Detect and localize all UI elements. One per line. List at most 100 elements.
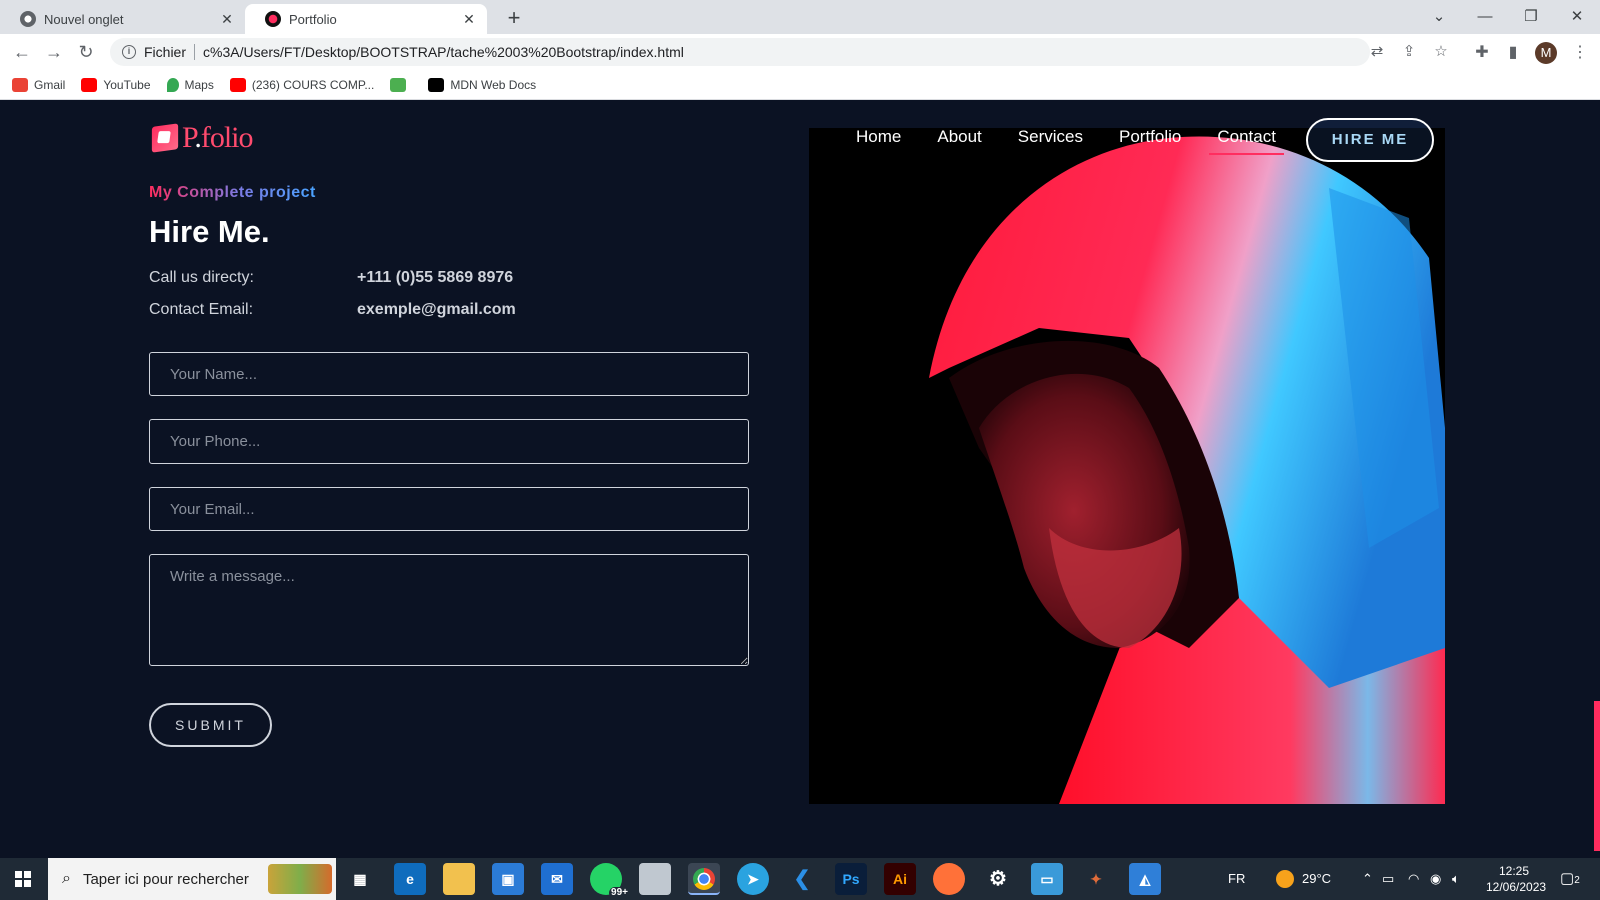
weather-icon[interactable] xyxy=(1276,858,1294,900)
name-input[interactable] xyxy=(149,352,749,396)
logo-icon xyxy=(151,123,179,153)
restore-button[interactable]: ❐ xyxy=(1516,4,1546,30)
forward-icon[interactable]: → xyxy=(42,40,66,64)
info-icon[interactable]: i xyxy=(122,45,136,59)
bookmark-gmail[interactable]: Gmail xyxy=(12,77,66,92)
submit-button[interactable]: SUBMIT xyxy=(149,703,272,747)
logo-text: P.folio xyxy=(182,121,254,154)
file-explorer-icon[interactable] xyxy=(443,863,475,895)
network-icon[interactable]: ◉ xyxy=(1430,858,1441,900)
tab-search-icon[interactable]: ⌄ xyxy=(1424,4,1454,30)
notifications-icon[interactable]: ▢2 xyxy=(1560,858,1580,900)
bookmark-star-icon[interactable]: ☆ xyxy=(1432,43,1450,61)
language-indicator[interactable]: FR xyxy=(1228,858,1245,900)
tab-close-icon[interactable]: ✕ xyxy=(461,11,477,28)
call-label: Call us directy: xyxy=(149,269,254,286)
clock[interactable]: 12:25 12/06/2023 xyxy=(1486,858,1547,900)
temperature[interactable]: 29°C xyxy=(1302,858,1331,900)
tab-new-tab[interactable]: Nouvel onglet ✕ xyxy=(0,4,245,34)
portfolio-page: P.folio Home About Services Portfolio Co… xyxy=(0,101,1600,858)
email-label: Contact Email: xyxy=(149,301,254,318)
section-heading: Hire Me. xyxy=(149,214,270,249)
app-icon xyxy=(390,77,407,92)
hero-photo xyxy=(809,128,1445,804)
menu-icon[interactable]: ⋮ xyxy=(1570,43,1590,63)
telegram-icon[interactable]: ➤ xyxy=(737,863,769,895)
whatsapp-icon[interactable]: 99+ xyxy=(590,863,630,899)
nav-home[interactable]: Home xyxy=(856,127,901,155)
tab-title: Portfolio xyxy=(289,11,337,27)
wifi-icon[interactable]: ◠ xyxy=(1408,858,1419,900)
tab-title: Nouvel onglet xyxy=(44,11,124,27)
nav-services[interactable]: Services xyxy=(1018,127,1083,155)
close-window-button[interactable]: ✕ xyxy=(1562,4,1592,30)
bookmark-label: MDN Web Docs xyxy=(450,77,537,92)
phone-input[interactable] xyxy=(149,419,749,464)
bookmarks-bar: Gmail YouTube Maps (236) COURS COMP... M… xyxy=(0,70,1600,100)
youtube-icon xyxy=(229,77,246,92)
bookmark-maps[interactable]: Maps xyxy=(166,77,214,92)
paint-icon[interactable] xyxy=(639,863,671,895)
contact-email[interactable]: exemple@gmail.com xyxy=(357,301,516,319)
bookmark-app[interactable] xyxy=(390,77,412,92)
chevron-up-icon[interactable]: ⌃ xyxy=(1362,858,1373,900)
search-icon: ⌕ xyxy=(62,870,71,887)
email-input[interactable] xyxy=(149,487,749,531)
side-panel-icon[interactable]: ▮ xyxy=(1503,43,1523,63)
bookmark-cours[interactable]: (236) COURS COMP... xyxy=(229,77,374,92)
start-button[interactable] xyxy=(0,858,46,900)
main-nav: Home About Services Portfolio Contact xyxy=(856,127,1312,155)
illustrator-icon[interactable]: Ai xyxy=(884,863,916,895)
notification-count: 2 xyxy=(1574,875,1580,886)
page-scrollbar[interactable] xyxy=(1594,701,1600,851)
nav-portfolio[interactable]: Portfolio xyxy=(1119,127,1181,155)
whatsapp-badge: 99+ xyxy=(609,887,630,899)
share-icon[interactable]: ⇪ xyxy=(1400,43,1418,61)
browser-toolbar: ← → ↻ i Fichier c%3A/Users/FT/Desktop/BO… xyxy=(0,34,1600,70)
edge-icon[interactable]: e xyxy=(394,863,426,895)
task-view-icon[interactable]: ▦ xyxy=(344,863,376,895)
message-textarea[interactable] xyxy=(149,554,749,666)
mdn-icon xyxy=(428,77,445,92)
search-highlight-image xyxy=(268,864,332,894)
chrome-icon xyxy=(20,11,36,27)
bookmark-label: Gmail xyxy=(34,77,66,92)
photoshop-icon[interactable]: Ps xyxy=(835,863,867,895)
battery-icon[interactable]: ▭ xyxy=(1382,858,1394,900)
vscode-icon[interactable]: ❮ xyxy=(786,863,818,895)
site-logo[interactable]: P.folio xyxy=(151,121,254,155)
extensions-icon[interactable]: ✚ xyxy=(1472,43,1492,63)
bookmark-label: YouTube xyxy=(103,77,151,92)
gmail-icon xyxy=(12,77,28,92)
taskbar-search[interactable]: ⌕ Taper ici pour rechercher xyxy=(48,858,336,900)
minimize-button[interactable]: — xyxy=(1470,4,1500,30)
firefox-icon[interactable] xyxy=(933,863,965,895)
mail-icon[interactable]: ✉ xyxy=(541,863,573,895)
bookmark-mdn[interactable]: MDN Web Docs xyxy=(428,77,537,92)
display-icon[interactable]: ▭ xyxy=(1031,863,1063,895)
hire-me-button[interactable]: HIRE ME xyxy=(1306,118,1434,162)
settings-gear-icon[interactable]: ⚙ xyxy=(982,863,1014,895)
bookmark-youtube[interactable]: YouTube xyxy=(81,77,151,92)
profile-avatar[interactable]: M xyxy=(1535,42,1557,64)
maps-icon xyxy=(166,77,179,92)
time: 12:25 xyxy=(1498,864,1530,878)
reload-icon[interactable]: ↻ xyxy=(74,40,98,64)
nav-contact[interactable]: Contact xyxy=(1209,127,1284,155)
tab-portfolio[interactable]: Portfolio ✕ xyxy=(245,4,487,34)
new-tab-button[interactable]: + xyxy=(500,5,528,33)
address-url[interactable]: c%3A/Users/FT/Desktop/BOOTSTRAP/tache%20… xyxy=(203,44,684,60)
photos-icon[interactable]: ◭ xyxy=(1129,863,1161,895)
tab-close-icon[interactable]: ✕ xyxy=(219,11,235,28)
address-bar[interactable]: i Fichier c%3A/Users/FT/Desktop/BOOTSTRA… xyxy=(110,38,1370,66)
date: 12/06/2023 xyxy=(1486,880,1547,894)
nav-about[interactable]: About xyxy=(937,127,981,155)
back-icon[interactable]: ← xyxy=(10,40,34,64)
translate-icon[interactable]: ⇄ xyxy=(1368,43,1386,61)
app-tool-icon[interactable]: ✦ xyxy=(1080,863,1112,895)
store-icon[interactable]: ▣ xyxy=(492,863,524,895)
phone-number[interactable]: +111 (0)55 5869 8976 xyxy=(357,269,513,287)
chrome-icon[interactable] xyxy=(688,863,720,895)
volume-icon[interactable]: 🔈︎ xyxy=(1452,858,1460,900)
search-placeholder: Taper ici pour rechercher xyxy=(82,870,249,888)
